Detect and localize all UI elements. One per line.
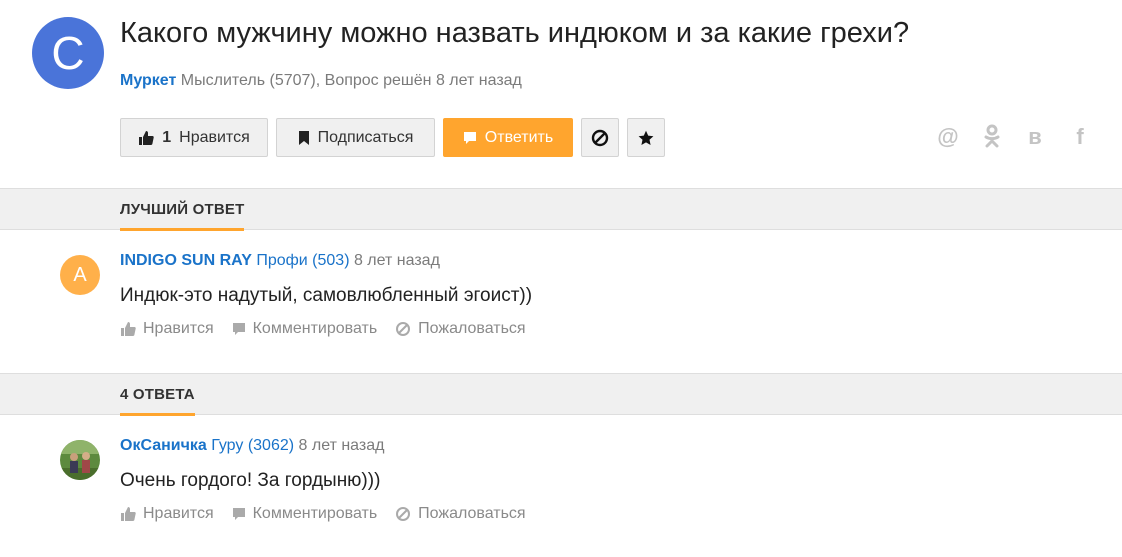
answer-time: 8 лет назад <box>349 252 440 269</box>
like-action-label: Нравится <box>143 505 214 522</box>
like-action[interactable]: Нравится <box>120 505 214 523</box>
question-avatar[interactable]: C <box>32 17 104 89</box>
avatar[interactable]: А <box>60 255 100 295</box>
report-action[interactable]: Пожаловаться <box>395 320 526 338</box>
share-mail-icon[interactable]: @ <box>936 124 960 150</box>
favorite-button[interactable] <box>627 118 665 157</box>
avatar[interactable] <box>60 440 100 480</box>
question-title: Какого мужчину можно назвать индюком и з… <box>120 17 910 49</box>
best-answer-section-header: ЛУЧШИЙ ОТВЕТ <box>0 188 1122 231</box>
star-icon <box>638 130 654 145</box>
comment-action-label: Комментировать <box>252 505 378 522</box>
answer-rank[interactable]: Гуру (3062) <box>207 437 294 454</box>
question-meta: Муркет Мыслитель (5707), Вопрос решён 8 … <box>120 72 522 90</box>
comment-icon <box>463 131 476 144</box>
comment-action[interactable]: Комментировать <box>232 505 378 523</box>
best-answer-tab[interactable]: ЛУЧШИЙ ОТВЕТ <box>120 201 245 231</box>
answer-author[interactable]: INDIGO SUN RAY <box>120 252 252 269</box>
answer-time: 8 лет назад <box>294 437 385 454</box>
answer-actions: Нравится Комментировать Пожаловаться <box>120 505 526 523</box>
thumbs-up-icon <box>121 507 136 521</box>
like-action-label: Нравится <box>143 320 214 337</box>
like-action[interactable]: Нравится <box>120 320 214 338</box>
comment-action-label: Комментировать <box>252 320 378 337</box>
ban-icon <box>591 129 609 146</box>
answer-meta: INDIGO SUN RAY Профи (503) 8 лет назад <box>120 252 440 270</box>
answer-meta: ОкСаничка Гуру (3062) 8 лет назад <box>120 437 384 455</box>
answer-author[interactable]: ОкСаничка <box>120 437 207 454</box>
share-vk-icon[interactable]: в <box>1023 124 1047 150</box>
avatar-photo <box>60 440 100 480</box>
bookmark-icon <box>298 130 309 145</box>
answer-text: Индюк-это надутый, самовлюбленный эгоист… <box>120 285 533 306</box>
subscribe-button[interactable]: Подписаться <box>276 118 435 157</box>
answers-section-header: 4 ОТВЕТА <box>0 373 1122 416</box>
answer-item: ОкСаничка Гуру (3062) 8 лет назад Очень … <box>0 415 1122 557</box>
like-button[interactable]: 1 Нравится <box>120 118 268 157</box>
thumbs-up-icon <box>121 322 136 336</box>
like-label: Нравится <box>179 128 250 146</box>
block-button[interactable] <box>581 118 619 157</box>
answer-label: Ответить <box>484 128 554 146</box>
like-count: 1 <box>162 128 172 146</box>
question-author[interactable]: Муркет <box>120 72 176 89</box>
answers-tab[interactable]: 4 ОТВЕТА <box>120 386 195 416</box>
report-action-label: Пожаловаться <box>418 505 526 522</box>
comment-icon <box>232 508 245 520</box>
share-ok-icon[interactable] <box>980 124 1004 154</box>
report-action-label: Пожаловаться <box>418 320 526 337</box>
answer-actions: Нравится Комментировать Пожаловаться <box>120 320 526 338</box>
question-meta-text: Мыслитель (5707), Вопрос решён 8 лет наз… <box>176 72 522 89</box>
answer-button[interactable]: Ответить <box>443 118 573 157</box>
report-action[interactable]: Пожаловаться <box>395 505 526 523</box>
share-facebook-icon[interactable]: f <box>1068 124 1092 150</box>
comment-icon <box>232 323 245 335</box>
thumbs-up-icon <box>139 130 154 145</box>
comment-action[interactable]: Комментировать <box>232 320 378 338</box>
subscribe-label: Подписаться <box>317 128 414 146</box>
best-answer: А INDIGO SUN RAY Профи (503) 8 лет назад… <box>0 230 1122 373</box>
answer-rank[interactable]: Профи (503) <box>252 252 349 269</box>
ban-icon <box>396 322 411 336</box>
answer-text: Очень гордого! За гордыню))) <box>120 470 381 491</box>
ban-icon <box>396 507 411 521</box>
question-header: C Какого мужчину можно назвать индюком и… <box>0 0 1122 188</box>
